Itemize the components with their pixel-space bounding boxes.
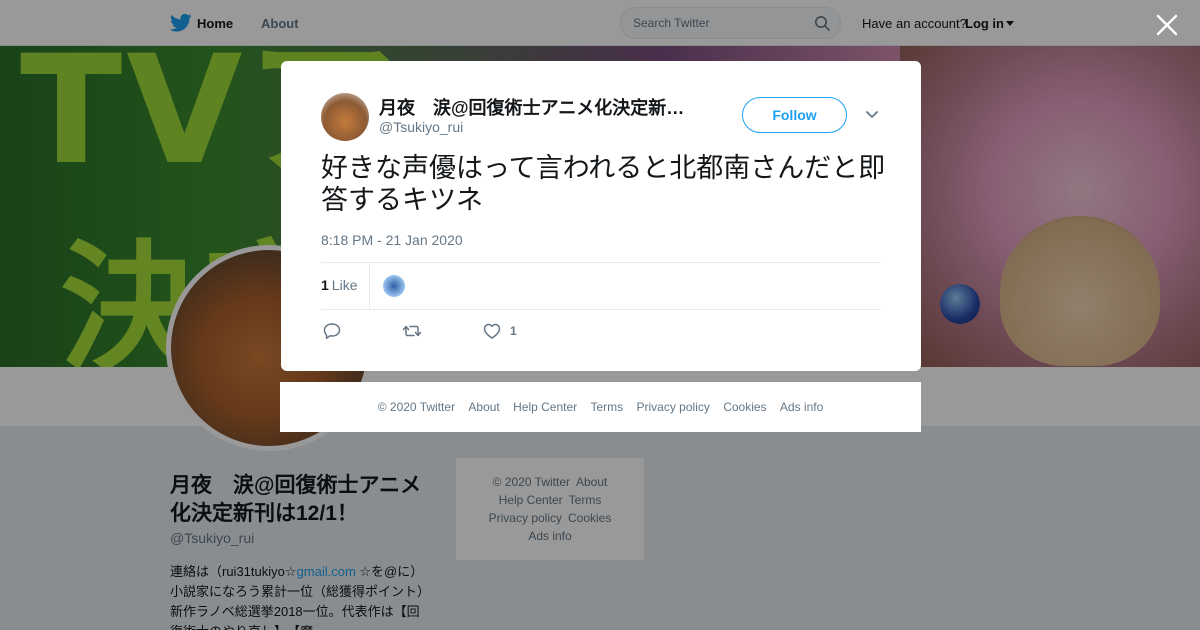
author-handle[interactable]: @Tsukiyo_rui [379,119,463,135]
tweet-timestamp[interactable]: 8:18 PM - 21 Jan 2020 [321,232,463,248]
reply-icon[interactable] [322,322,342,340]
likes-label: Like [331,277,358,293]
tweet-modal: 月夜 涙@回復術士アニメ化決定新刊は12/1！ @Tsukiyo_rui Fol… [281,61,921,371]
retweet-icon[interactable] [402,322,422,340]
author-avatar[interactable] [321,93,369,141]
tweet-text: 好きな声優はって言われると北都南さんだと即答するキツネ [321,153,886,216]
likes-stat[interactable]: 1 Like [321,277,357,293]
follow-button[interactable]: Follow [742,97,847,133]
mf-help-link[interactable]: Help Center [513,400,577,414]
likes-count: 1 [321,277,329,293]
like-action-count: 1 [510,324,517,338]
stats-divider-top [321,262,881,263]
mf-privacy-link[interactable]: Privacy policy [637,400,710,414]
stats-vertical-divider [369,263,370,309]
mf-about-link[interactable]: About [468,400,499,414]
author-name[interactable]: 月夜 涙@回復術士アニメ化決定新刊は12/1！ [379,94,689,120]
stats-divider-bottom [321,309,881,310]
modal-footer: © 2020 Twitter About Help Center Terms P… [280,382,921,432]
mf-cookies-link[interactable]: Cookies [723,400,766,414]
chevron-down-icon[interactable] [865,110,879,120]
mf-terms-link[interactable]: Terms [590,400,623,414]
heart-icon[interactable] [482,322,502,340]
mf-ads-link[interactable]: Ads info [780,400,823,414]
close-icon[interactable] [1154,12,1180,38]
liker-avatar[interactable] [383,275,405,297]
mf-copyright: © 2020 Twitter [377,400,456,414]
